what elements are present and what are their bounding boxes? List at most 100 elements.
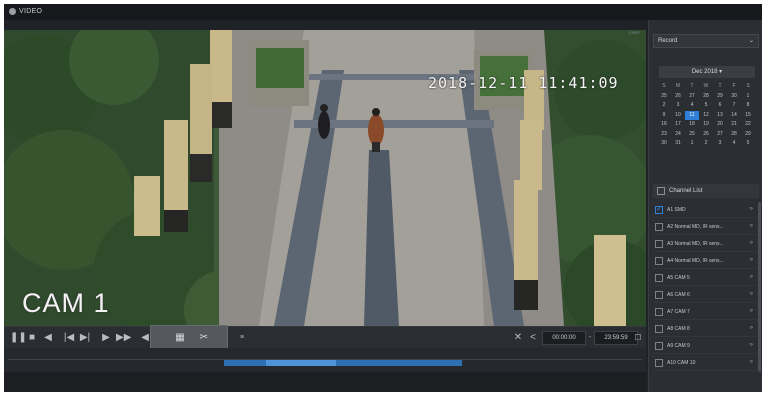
calendar-day[interactable]: 8 — [741, 101, 755, 111]
calendar-day[interactable]: 3 — [713, 139, 727, 149]
calendar-day[interactable]: 12 — [699, 111, 713, 121]
channel-item[interactable]: A6 CAM 6 » — [653, 287, 757, 303]
channel-label: A7 CAM 7 — [667, 309, 690, 315]
start-time-input[interactable]: 00:00:00 — [542, 331, 586, 345]
calendar-day[interactable]: 3 — [671, 101, 685, 111]
calendar-day[interactable]: 4 — [685, 101, 699, 111]
record-type-select[interactable]: Record ⌄ — [653, 34, 759, 48]
stop-icon[interactable]: ■ — [26, 332, 38, 344]
calendar-day[interactable]: 2 — [699, 139, 713, 149]
channel-item[interactable]: A7 CAM 7 » — [653, 304, 757, 320]
calendar-day[interactable]: 15 — [741, 111, 755, 121]
channel-item[interactable]: A2 Normal MD, IR sens... » — [653, 219, 757, 235]
calendar-month-header[interactable]: Dec 2018 ▾ — [659, 66, 755, 78]
calendar-day[interactable]: 30 — [657, 139, 671, 149]
calendar-day[interactable]: 14 — [727, 111, 741, 121]
clip-icon[interactable]: ✂ — [197, 332, 211, 344]
calendar-day[interactable]: 30 — [727, 92, 741, 102]
calendar-day[interactable]: 6 — [713, 101, 727, 111]
channel-checkbox[interactable] — [655, 240, 663, 248]
select-all-checkbox[interactable] — [657, 187, 665, 195]
channel-expand-icon[interactable]: » — [750, 274, 753, 280]
recording-track-highlight[interactable] — [266, 360, 336, 366]
play-icon[interactable]: ▶ — [100, 332, 112, 344]
calendar-day[interactable]: 31 — [671, 139, 685, 149]
channel-expand-icon[interactable]: » — [750, 257, 753, 263]
calendar-weekday: W — [703, 83, 709, 89]
calendar-day[interactable]: 4 — [727, 139, 741, 149]
calendar-day[interactable]: 19 — [699, 120, 713, 130]
channel-list-header[interactable]: Channel List — [653, 184, 759, 198]
calendar-day[interactable]: 10 — [671, 111, 685, 121]
channel-item[interactable]: A10 CAM 10 » — [653, 355, 757, 371]
channel-checkbox[interactable] — [655, 257, 663, 265]
channel-expand-icon[interactable]: » — [750, 359, 753, 365]
channel-item[interactable]: A3 Normal MD, IR sens... » — [653, 236, 757, 252]
calendar-day[interactable]: 7 — [727, 101, 741, 111]
calendar-day[interactable]: 9 — [657, 111, 671, 121]
step-back-icon[interactable]: ◀ — [42, 332, 54, 344]
channel-item[interactable]: A9 CAM 9 » — [653, 338, 757, 354]
channel-checkbox[interactable] — [655, 274, 663, 282]
close-icon[interactable]: ✕ — [512, 332, 524, 344]
channel-expand-icon[interactable]: » — [750, 291, 753, 297]
calendar-grid: S M T W T F S 25 26 27 28 29 30 1 2 3 4 5 6 7 8 9 10 11 12 13 14 15… — [657, 82, 757, 149]
channel-checkbox[interactable] — [655, 342, 663, 350]
calendar-day[interactable]: 26 — [699, 130, 713, 140]
channel-checkbox[interactable] — [655, 223, 663, 231]
calendar-day[interactable]: 13 — [713, 111, 727, 121]
calendar-day[interactable]: 24 — [671, 130, 685, 140]
calendar-day[interactable]: 20 — [713, 120, 727, 130]
channel-item[interactable]: A5 CAM 5 » — [653, 270, 757, 286]
channel-expand-icon[interactable]: » — [750, 342, 753, 348]
channel-expand-icon[interactable]: » — [750, 325, 753, 331]
calendar-day[interactable]: 21 — [727, 120, 741, 130]
frame-forward-icon[interactable]: ▶| — [78, 332, 92, 344]
prev-icon[interactable]: < — [528, 332, 538, 344]
channel-checkbox[interactable] — [655, 325, 663, 333]
recording-track[interactable] — [224, 360, 462, 366]
calendar-day[interactable]: 22 — [741, 120, 755, 130]
video-viewport[interactable]: 1080P 2018-12-11 11:41:09 CAM 1 — [4, 30, 646, 326]
pause-icon[interactable]: ❚❚ — [10, 332, 27, 344]
calendar-day[interactable]: 1 — [741, 92, 755, 102]
calendar-day[interactable]: 29 — [713, 92, 727, 102]
channel-checkbox[interactable] — [655, 308, 663, 316]
channel-expand-icon[interactable]: » — [750, 223, 753, 229]
channel-item[interactable]: A4 Normal MD, IR sens... » — [653, 253, 757, 269]
calendar-day[interactable]: 17 — [671, 120, 685, 130]
calendar-day[interactable]: 27 — [685, 92, 699, 102]
calendar-day[interactable]: 18 — [685, 120, 699, 130]
channel-list-label: Channel List — [669, 188, 703, 194]
calendar-day[interactable]: 23 — [657, 130, 671, 140]
slow-icon[interactable]: ◀ — [140, 332, 150, 344]
channel-item[interactable]: A8 CAM 8 » — [653, 321, 757, 337]
calendar-day[interactable]: 26 — [671, 92, 685, 102]
calendar-day[interactable]: 25 — [685, 130, 699, 140]
channel-list-scrollbar[interactable] — [758, 202, 761, 372]
channel-checkbox[interactable] — [655, 204, 663, 214]
channel-item[interactable]: A1 SMD » — [653, 202, 757, 218]
channel-expand-icon[interactable]: » — [750, 308, 753, 314]
timeline[interactable] — [4, 348, 646, 392]
calendar-day[interactable]: 2 — [657, 101, 671, 111]
calendar-day[interactable]: 5 — [699, 101, 713, 111]
fast-forward-icon[interactable]: ▶▶ — [116, 332, 131, 344]
calendar-day[interactable]: 28 — [727, 130, 741, 140]
calendar-day[interactable]: 11 — [685, 110, 699, 120]
search-icon[interactable]: ☐ — [632, 332, 644, 344]
snapshot-icon[interactable]: ▦ — [173, 332, 187, 344]
channel-expand-icon[interactable]: » — [750, 206, 753, 212]
channel-checkbox[interactable] — [655, 291, 663, 299]
calendar-day[interactable]: 29 — [741, 130, 755, 140]
calendar-day[interactable]: 16 — [657, 120, 671, 130]
calendar-day[interactable]: 5 — [741, 139, 755, 149]
calendar-day[interactable]: 27 — [713, 130, 727, 140]
channel-expand-icon[interactable]: » — [750, 240, 753, 246]
frame-back-icon[interactable]: |◀ — [62, 332, 76, 344]
tag-icon[interactable]: ≡ — [236, 332, 248, 344]
calendar-day[interactable]: 1 — [685, 139, 699, 149]
calendar-day[interactable]: 28 — [699, 92, 713, 102]
channel-checkbox[interactable] — [655, 359, 663, 367]
calendar-day[interactable]: 25 — [657, 92, 671, 102]
